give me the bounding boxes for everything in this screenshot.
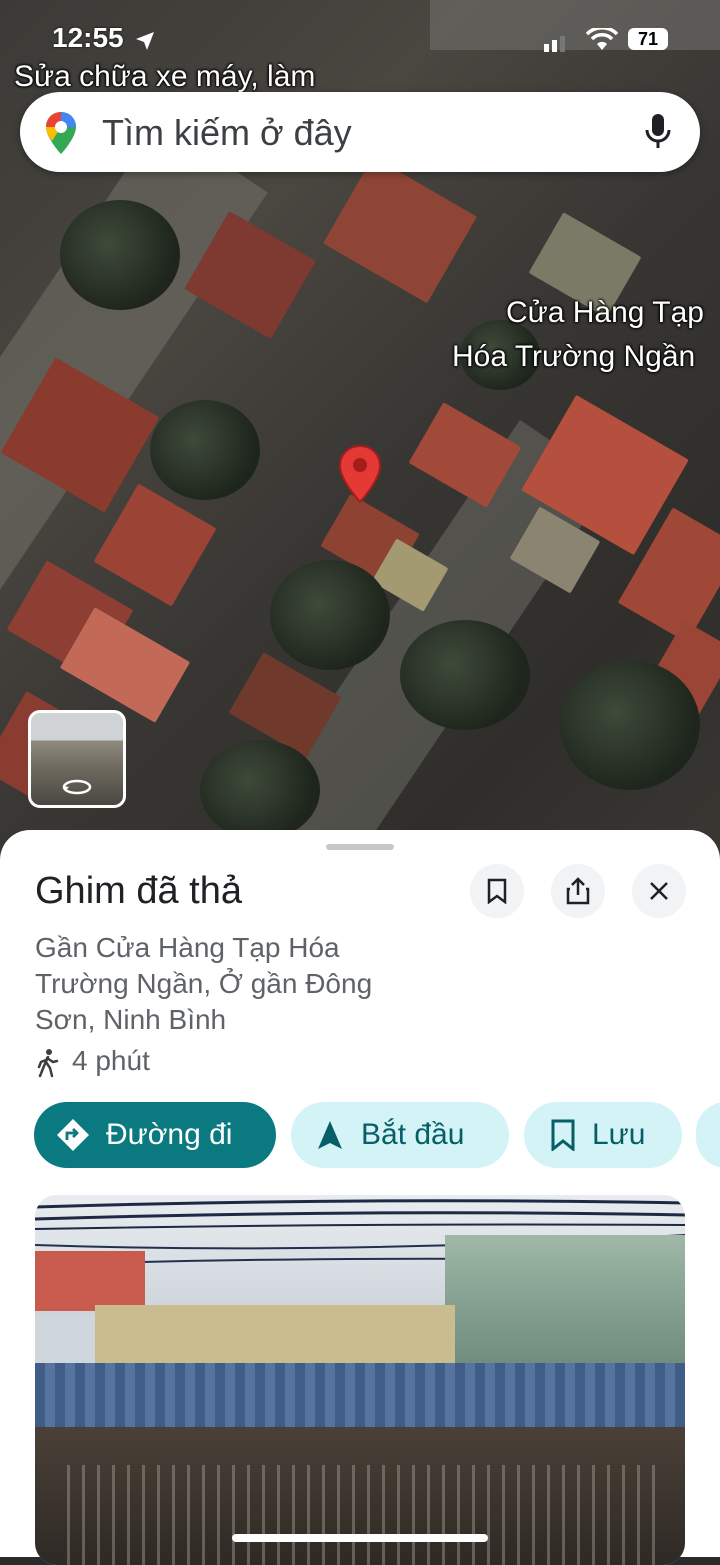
tree bbox=[150, 400, 260, 500]
place-bottom-sheet[interactable]: Ghim đã thả Gần Cửa Hàng Tạp Hóa Trường … bbox=[0, 830, 720, 1565]
street-view-thumbnail[interactable] bbox=[28, 710, 126, 808]
start-label: Bắt đầu bbox=[361, 1118, 465, 1151]
tree bbox=[270, 560, 390, 670]
tree bbox=[200, 740, 320, 840]
drag-handle[interactable] bbox=[326, 844, 394, 850]
save-label: Lưu bbox=[592, 1118, 646, 1151]
street-view-photo[interactable] bbox=[35, 1195, 685, 1565]
close-button[interactable] bbox=[632, 864, 686, 918]
directions-button[interactable]: Đường đi bbox=[34, 1102, 276, 1168]
wifi-icon bbox=[586, 28, 618, 50]
start-button[interactable]: Bắt đầu bbox=[291, 1102, 509, 1168]
dropped-pin-icon[interactable] bbox=[338, 444, 382, 504]
tree bbox=[60, 200, 180, 310]
gate bbox=[55, 1465, 665, 1565]
walking-icon bbox=[37, 1049, 59, 1078]
map-poi-label-line1: Cửa Hàng Tạp bbox=[506, 296, 704, 329]
rotate-360-icon bbox=[62, 779, 92, 795]
location-arrow-icon bbox=[136, 32, 154, 50]
road bbox=[430, 0, 720, 50]
search-input[interactable]: Tìm kiếm ở đây bbox=[102, 112, 352, 154]
tree bbox=[400, 620, 530, 730]
roof bbox=[323, 156, 477, 304]
status-time: 12:55 bbox=[52, 22, 124, 53]
google-maps-pin-icon bbox=[46, 112, 76, 154]
close-icon bbox=[650, 882, 668, 900]
bookmark-icon bbox=[487, 878, 507, 904]
battery-indicator: 71 bbox=[628, 28, 668, 50]
directions-label: Đường đi bbox=[106, 1118, 233, 1151]
signal-icon bbox=[544, 36, 565, 52]
save-bookmark-button[interactable] bbox=[470, 864, 524, 918]
tree bbox=[560, 660, 700, 790]
more-actions-chip[interactable] bbox=[696, 1102, 720, 1168]
share-button[interactable] bbox=[551, 864, 605, 918]
blue-awning bbox=[35, 1363, 685, 1427]
beige-roof bbox=[95, 1305, 455, 1365]
home-indicator[interactable] bbox=[232, 1534, 488, 1542]
walk-time: 4 phút bbox=[72, 1045, 150, 1076]
directions-icon bbox=[57, 1119, 89, 1151]
roof bbox=[93, 483, 217, 607]
bookmark-icon bbox=[551, 1119, 575, 1151]
place-title: Ghim đã thả bbox=[35, 870, 242, 912]
map-poi-label-line2: Hóa Trường Ngần bbox=[452, 340, 696, 373]
share-icon bbox=[566, 877, 590, 905]
navigation-arrow-icon bbox=[318, 1121, 342, 1149]
red-roof bbox=[35, 1251, 145, 1311]
microphone-icon[interactable] bbox=[644, 112, 672, 152]
green-warehouse bbox=[445, 1235, 685, 1365]
save-button[interactable]: Lưu bbox=[524, 1102, 682, 1168]
place-address: Gần Cửa Hàng Tạp Hóa Trường Ngần, Ở gần … bbox=[35, 932, 373, 1035]
